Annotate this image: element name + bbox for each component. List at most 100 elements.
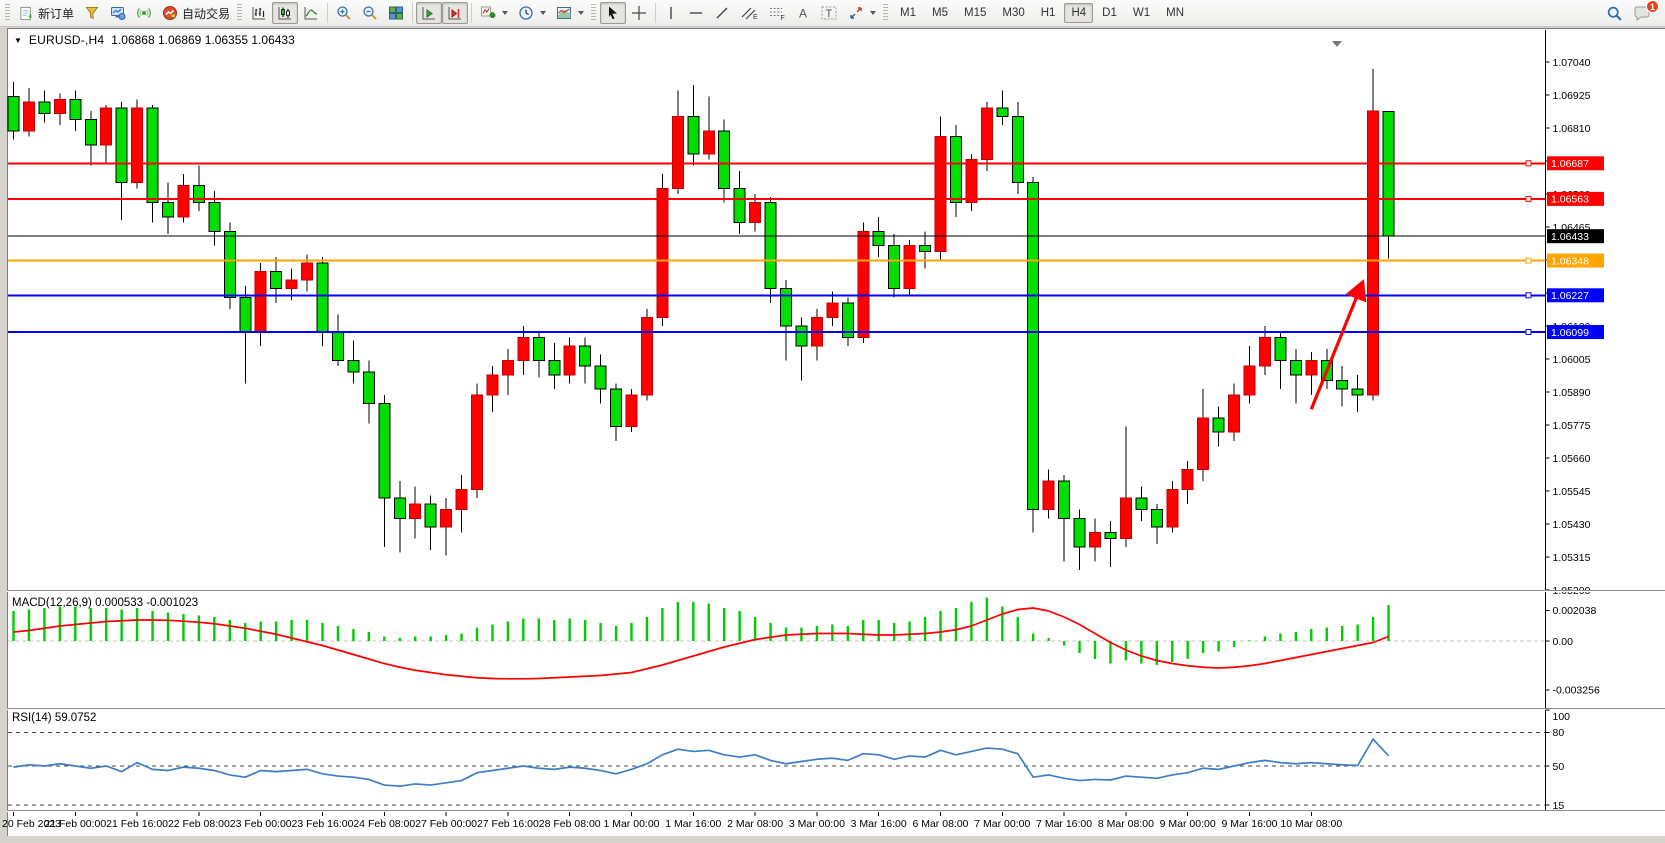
- chart-menu-icon[interactable]: ▼: [14, 36, 22, 45]
- monitor-icon: [110, 5, 126, 21]
- svg-text:0.002038: 0.002038: [1553, 605, 1597, 617]
- svg-text:1 Mar 16:00: 1 Mar 16:00: [665, 818, 721, 830]
- svg-text:23 Feb 00:00: 23 Feb 00:00: [230, 818, 292, 830]
- hline-handle-1.06227[interactable]: [1526, 293, 1531, 298]
- bar-chart-mode-button[interactable]: [246, 2, 272, 24]
- arrows-tool-button[interactable]: [843, 2, 881, 24]
- svg-text:0.00: 0.00: [1553, 636, 1574, 648]
- text-tool-button[interactable]: A: [791, 2, 815, 24]
- sonar-icon: [136, 5, 152, 21]
- svg-text:15: 15: [1553, 800, 1565, 812]
- svg-text:6 Mar 08:00: 6 Mar 08:00: [912, 818, 968, 830]
- line-chart-mode-button[interactable]: [298, 2, 324, 24]
- macd-indicator: 0.002038 0.00 -0.003256: [8, 598, 1600, 697]
- candles: [8, 69, 1394, 570]
- search-button[interactable]: [1601, 2, 1628, 24]
- svg-text:9 Mar 16:00: 9 Mar 16:00: [1221, 818, 1277, 830]
- svg-text:27 Feb 16:00: 27 Feb 16:00: [477, 818, 539, 830]
- chart-shift-marker[interactable]: [1332, 41, 1342, 47]
- svg-text:1.06810: 1.06810: [1553, 123, 1591, 135]
- svg-text:F: F: [781, 15, 785, 21]
- vertical-line-tool-button[interactable]: [659, 2, 683, 24]
- hline-handle-1.06099[interactable]: [1526, 330, 1531, 335]
- svg-text:1.06227: 1.06227: [1551, 290, 1589, 302]
- periods-dropdown-icon[interactable]: [540, 11, 546, 15]
- svg-text:1 Mar 00:00: 1 Mar 00:00: [603, 818, 659, 830]
- toolbar-grip[interactable]: [237, 4, 242, 22]
- clock-icon: [518, 5, 534, 21]
- templates-button[interactable]: [551, 2, 589, 24]
- fibonacci-icon: F: [768, 5, 786, 21]
- tile-windows-icon: [388, 5, 404, 21]
- new-order-icon: [19, 6, 34, 21]
- svg-text:1.05315: 1.05315: [1553, 552, 1591, 564]
- svg-text:28 Feb 08:00: 28 Feb 08:00: [539, 818, 601, 830]
- hline-handle-1.06563[interactable]: [1526, 196, 1531, 201]
- timeframe-M15[interactable]: M15: [957, 3, 993, 23]
- arrows-dropdown-icon[interactable]: [870, 11, 876, 15]
- svg-text:24 Feb 08:00: 24 Feb 08:00: [353, 818, 415, 830]
- autotrading-button[interactable]: 自动交易: [157, 2, 235, 24]
- market-watch-button[interactable]: [105, 2, 131, 24]
- search-icon: [1606, 5, 1623, 22]
- channel-tool-button[interactable]: E: [735, 2, 763, 24]
- svg-text:1.06925: 1.06925: [1553, 90, 1591, 102]
- toolbar-grip[interactable]: [591, 4, 596, 22]
- timeframe-H1[interactable]: H1: [1034, 3, 1063, 23]
- timeframe-D1[interactable]: D1: [1095, 3, 1124, 23]
- timeframe-M5[interactable]: M5: [925, 3, 955, 23]
- rsi-indicator: 100805015: [8, 710, 1570, 812]
- new-order-button[interactable]: 新订单: [14, 2, 79, 24]
- svg-text:1.05890: 1.05890: [1553, 387, 1591, 399]
- timeframe-MN[interactable]: MN: [1159, 3, 1191, 23]
- svg-text:1.06433: 1.06433: [1551, 231, 1589, 243]
- cursor-tool-button[interactable]: [600, 2, 626, 24]
- svg-text:-0.003256: -0.003256: [1553, 685, 1600, 697]
- timeframe-H4[interactable]: H4: [1064, 3, 1093, 23]
- text-label-tool-button[interactable]: T: [815, 2, 843, 24]
- zoom-out-button[interactable]: [357, 2, 383, 24]
- tile-windows-button[interactable]: [383, 2, 409, 24]
- svg-text:23 Feb 16:00: 23 Feb 16:00: [292, 818, 354, 830]
- indicators-icon: [480, 5, 496, 21]
- svg-text:21 Feb 00:00: 21 Feb 00:00: [44, 818, 106, 830]
- toolbar-grip[interactable]: [5, 4, 10, 22]
- rsi-line: [14, 739, 1389, 786]
- toolbar-grip[interactable]: [883, 4, 888, 22]
- zoom-in-button[interactable]: [331, 2, 357, 24]
- svg-text:3 Mar 00:00: 3 Mar 00:00: [789, 818, 845, 830]
- trendline-tool-button[interactable]: [709, 2, 735, 24]
- svg-text:1.06099: 1.06099: [1551, 327, 1589, 339]
- signals-button[interactable]: [131, 2, 157, 24]
- hline-handle-1.06348[interactable]: [1526, 258, 1531, 263]
- time-axis[interactable]: 20 Feb 202321 Feb 00:0021 Feb 16:0022 Fe…: [2, 812, 1342, 830]
- timeframe-M1[interactable]: M1: [893, 3, 923, 23]
- vertical-line-icon: [664, 5, 678, 21]
- text-a-icon: A: [796, 5, 810, 21]
- candlestick-mode-button[interactable]: [272, 2, 298, 24]
- text-label-icon: T: [820, 5, 838, 21]
- macd-signal-line: [14, 608, 1389, 679]
- templates-dropdown-icon[interactable]: [578, 11, 584, 15]
- svg-text:3 Mar 16:00: 3 Mar 16:00: [851, 818, 907, 830]
- auto-scroll-button[interactable]: [416, 2, 442, 24]
- zoom-in-icon: [336, 5, 352, 21]
- svg-text:80: 80: [1553, 727, 1565, 739]
- periods-button[interactable]: [513, 2, 551, 24]
- timeframe-bar: M1M5M15M30H1H4D1W1MN: [892, 3, 1192, 23]
- indicators-button[interactable]: [475, 2, 513, 24]
- quotes-button[interactable]: [79, 2, 105, 24]
- candlestick-icon: [277, 5, 293, 21]
- indicators-dropdown-icon[interactable]: [502, 11, 508, 15]
- fibonacci-tool-button[interactable]: F: [763, 2, 791, 24]
- toolbar: 新订单 自动交易: [0, 0, 1665, 27]
- chart-shift-button[interactable]: [442, 2, 468, 24]
- notifications-button[interactable]: 1: [1628, 2, 1656, 24]
- horizontal-line-tool-button[interactable]: [683, 2, 709, 24]
- zoom-out-icon: [362, 5, 378, 21]
- hline-handle-1.06687[interactable]: [1526, 161, 1531, 166]
- chart-canvas[interactable]: 1.070401.069251.068101.066951.065801.064…: [0, 0, 1665, 843]
- timeframe-W1[interactable]: W1: [1126, 3, 1157, 23]
- timeframe-M30[interactable]: M30: [995, 3, 1031, 23]
- crosshair-tool-button[interactable]: [626, 2, 652, 24]
